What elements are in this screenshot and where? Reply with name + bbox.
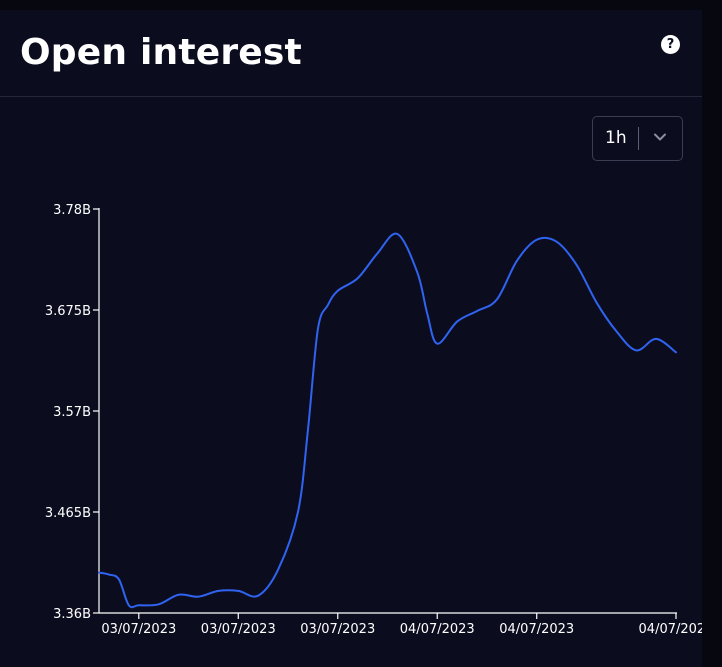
y-tick-label: 3.675B [45, 304, 91, 319]
y-tick-label: 3.78B [53, 203, 91, 218]
y-tick-label: 3.36B [53, 607, 91, 622]
y-tick-label: 3.57B [53, 405, 91, 420]
x-tick-label: 03/07/2023 [300, 622, 375, 637]
y-tick-label: 3.465B [45, 506, 91, 521]
x-tick-label: 03/07/2023 [201, 622, 276, 637]
x-tick-label: 04/07/2023 [400, 622, 475, 637]
x-tick-label: 04/07/2023 [499, 622, 574, 637]
open-interest-chart: 3.36B 3.465B 3.57B 3.675B 3.78B 03/07/2023 03/… [45, 203, 702, 637]
x-tick-label: 03/07/2023 [101, 622, 176, 637]
open-interest-card: Open interest ? 1h 3.36B 3.465B 3.57B 3.675… [0, 10, 702, 667]
series-line [98, 232, 677, 609]
x-tick-label: 04/07/2023 [639, 622, 702, 637]
